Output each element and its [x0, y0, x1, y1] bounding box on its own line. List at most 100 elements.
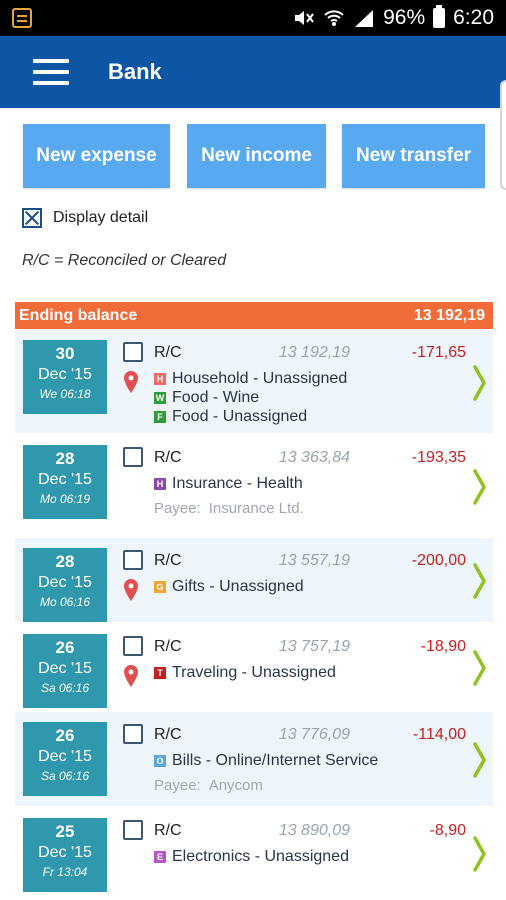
status-bar: 96% 6:20 — [0, 0, 506, 36]
category-badge-icon: H — [154, 373, 166, 385]
date-month: Dec '15 — [38, 366, 92, 383]
category-badge-icon: H — [154, 478, 166, 490]
chevron-right-icon[interactable] — [473, 563, 487, 599]
amount: -114,00 — [412, 726, 466, 743]
legend-text: R/C = Reconciled or Cleared — [22, 252, 227, 269]
transaction-row[interactable]: 25 Dec '15 Fr 13:04 R/C 13 890,09 -8,90 E Elect… — [15, 808, 493, 900]
chevron-right-icon[interactable] — [473, 365, 487, 401]
category-label: Bills - Online/Internet Service — [172, 752, 379, 769]
reconciled-label: R/C — [154, 552, 182, 569]
date-box: 28 Dec '15 Mo 06:16 — [23, 548, 107, 622]
transaction-row[interactable]: 26 Dec '15 Sa 06:16 R/C 13 757,19 -18,90 T Trav… — [15, 624, 493, 712]
running-balance: 13 192,19 — [278, 344, 350, 361]
reconciled-checkbox[interactable] — [123, 342, 143, 362]
category-badge-icon: W — [154, 392, 166, 404]
category-item: H Household - Unassigned — [154, 370, 347, 388]
date-weekday-time: Sa 06:16 — [40, 769, 90, 783]
running-balance: 13 776,09 — [278, 726, 350, 743]
ending-balance-label: Ending balance — [19, 306, 138, 324]
category-item: E Electronics - Unassigned — [154, 848, 349, 866]
category-badge-icon: F — [154, 411, 166, 423]
wifi-icon — [324, 10, 344, 26]
date-box: 26 Dec '15 Sa 06:16 — [23, 634, 107, 708]
amount: -18,90 — [420, 638, 466, 655]
date-month: Dec '15 — [38, 471, 92, 488]
category-label: Food - Unassigned — [172, 408, 308, 425]
category-label: Household - Unassigned — [172, 370, 348, 387]
category-badge-icon: T — [154, 667, 166, 679]
category-label: Food - Wine — [172, 389, 260, 406]
date-box: 30 Dec '15 We 06:18 — [23, 340, 107, 414]
category-label: Gifts - Unassigned — [172, 578, 304, 595]
date-box: 26 Dec '15 Sa 06:16 — [23, 722, 107, 796]
battery-icon — [433, 5, 446, 28]
date-weekday-time: Fr 13:04 — [42, 865, 88, 879]
date-month: Dec '15 — [38, 574, 92, 591]
new-transfer-button[interactable]: New transfer — [342, 124, 485, 188]
chevron-right-icon[interactable] — [473, 469, 487, 505]
date-box: 28 Dec '15 Mo 06:19 — [23, 445, 107, 519]
location-pin-icon[interactable] — [123, 370, 139, 394]
display-detail-checkbox[interactable] — [22, 208, 42, 228]
transaction-row[interactable]: 28 Dec '15 Mo 06:16 R/C 13 557,19 -200,00 G Gif… — [15, 538, 493, 624]
amount: -171,65 — [411, 344, 466, 361]
reconciled-checkbox[interactable] — [123, 820, 143, 840]
payee-label: Payee: — [154, 500, 201, 517]
running-balance: 13 557,19 — [278, 552, 350, 569]
side-drawer-handle[interactable] — [500, 80, 506, 190]
menu-icon[interactable] — [33, 58, 69, 86]
category-label: Traveling - Unassigned — [172, 664, 336, 681]
category-item: G Gifts - Unassigned — [154, 578, 304, 596]
date-day: 26 — [55, 726, 75, 745]
category-badge-icon: G — [154, 581, 166, 593]
signal-icon — [355, 10, 374, 27]
category-item: H Insurance - Health — [154, 475, 303, 493]
reconciled-label: R/C — [154, 449, 182, 466]
category-item: W Food - Wine — [154, 389, 259, 407]
running-balance: 13 363,84 — [278, 449, 350, 466]
category-item: T Traveling - Unassigned — [154, 664, 336, 682]
category-label: Insurance - Health — [172, 475, 303, 492]
reconciled-label: R/C — [154, 344, 182, 361]
notification-icon — [12, 8, 32, 28]
payee-line: Payee: Anycom — [154, 777, 263, 794]
date-box: 25 Dec '15 Fr 13:04 — [23, 818, 107, 892]
new-income-button[interactable]: New income — [187, 124, 326, 188]
date-day: 26 — [55, 638, 75, 657]
date-day: 28 — [55, 552, 75, 571]
transaction-row[interactable]: 30 Dec '15 We 06:18 R/C 13 192,19 -171,65 H Hou… — [15, 330, 493, 435]
reconciled-checkbox[interactable] — [123, 550, 143, 570]
chevron-right-icon[interactable] — [473, 836, 487, 872]
category-item: F Food - Unassigned — [154, 408, 307, 426]
reconciled-label: R/C — [154, 822, 182, 839]
payee-label: Payee: — [154, 777, 201, 794]
running-balance: 13 890,09 — [278, 822, 350, 839]
reconciled-label: R/C — [154, 726, 182, 743]
app-bar: Bank — [0, 36, 506, 108]
running-balance: 13 757,19 — [278, 638, 350, 655]
payee-value: Insurance Ltd. — [208, 500, 304, 517]
date-month: Dec '15 — [38, 844, 92, 861]
display-detail-toggle[interactable]: Display detail — [22, 208, 148, 228]
amount: -8,90 — [429, 822, 466, 839]
payee-value: Anycom — [208, 777, 263, 794]
location-pin-icon[interactable] — [123, 664, 139, 688]
reconciled-checkbox[interactable] — [123, 724, 143, 744]
amount: -200,00 — [411, 552, 466, 569]
ending-balance-value: 13 192,19 — [413, 306, 485, 324]
transaction-row[interactable]: 28 Dec '15 Mo 06:19 R/C 13 363,84 -193,35 H Ins… — [15, 435, 493, 538]
category-badge-icon: E — [154, 851, 166, 863]
location-pin-icon[interactable] — [123, 578, 139, 602]
transaction-row[interactable]: 26 Dec '15 Sa 06:16 R/C 13 776,09 -114,00 O Bil… — [15, 712, 493, 808]
reconciled-checkbox[interactable] — [123, 447, 143, 467]
date-weekday-time: We 06:18 — [39, 387, 91, 401]
chevron-right-icon[interactable] — [473, 742, 487, 778]
reconciled-label: R/C — [154, 638, 182, 655]
payee-line: Payee: Insurance Ltd. — [154, 500, 304, 517]
category-badge-icon: O — [154, 755, 166, 767]
battery-percent: 96% — [383, 6, 426, 29]
transaction-list: 30 Dec '15 We 06:18 R/C 13 192,19 -171,65 H Hou… — [15, 330, 493, 900]
reconciled-checkbox[interactable] — [123, 636, 143, 656]
new-expense-button[interactable]: New expense — [23, 124, 170, 188]
chevron-right-icon[interactable] — [473, 650, 487, 686]
